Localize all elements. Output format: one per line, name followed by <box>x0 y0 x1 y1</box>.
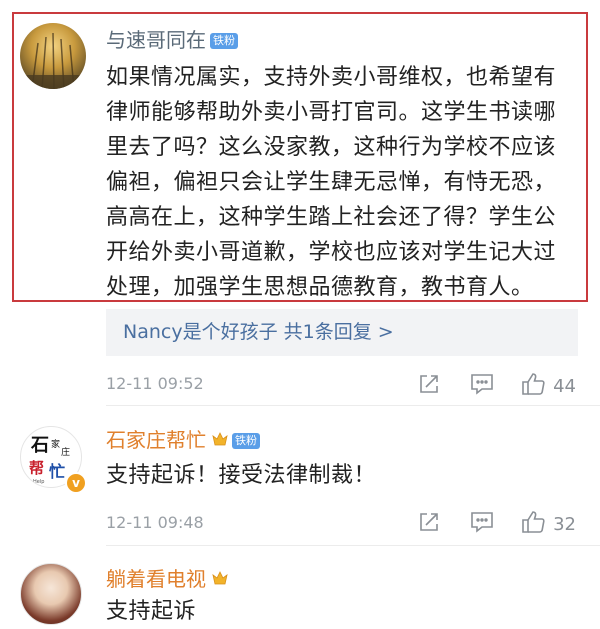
like-count: 32 <box>553 513 576 535</box>
svg-text:石: 石 <box>30 435 49 456</box>
timestamp: 12-11 09:48 <box>106 513 204 532</box>
comment-header: 与速哥同在 铁粉 <box>106 28 238 52</box>
comment-line: 处理，加强学生思想品德教育，教书育人。 <box>106 275 534 300</box>
username[interactable]: 与速哥同在 <box>106 28 206 52</box>
comment-line: 高高在上，这种学生踏上社会还了得？学生公 <box>106 205 557 230</box>
thumbs-up-icon <box>520 371 546 401</box>
avatar[interactable] <box>20 23 86 89</box>
fan-badge: 铁粉 <box>232 433 260 449</box>
svg-text:忙: 忙 <box>49 462 65 481</box>
svg-text:帮: 帮 <box>29 459 44 477</box>
svg-text:庄: 庄 <box>61 446 70 458</box>
share-icon[interactable] <box>418 511 440 538</box>
comment-header: 石家庄帮忙 铁粉 <box>106 428 260 452</box>
comment-text: 如果情况属实，支持外卖小哥维权，也希望有 律师能够帮助外卖小哥打官司。这学生书读… <box>106 60 586 305</box>
thumbs-up-icon <box>520 509 546 539</box>
comment-line: 偏袒，偏袒只会让学生肆无忌惮，有恃无恐， <box>106 170 557 195</box>
avatar[interactable] <box>20 563 82 625</box>
comment-line: 里去了吗？这么没家教，这种行为学校不应该 <box>106 135 557 160</box>
like-button[interactable]: 44 <box>520 371 576 401</box>
username[interactable]: 躺着看电视 <box>106 567 206 591</box>
svg-text:Help: Help <box>33 479 44 485</box>
timestamp: 12-11 09:52 <box>106 374 204 393</box>
comment-line: 如果情况属实，支持外卖小哥维权，也希望有 <box>106 65 557 90</box>
like-button[interactable]: 32 <box>520 509 576 539</box>
divider <box>106 545 600 546</box>
svg-text:家: 家 <box>51 438 60 450</box>
comment-text: 支持起诉 <box>106 599 197 624</box>
comment-icon[interactable] <box>470 511 494 538</box>
comment-header: 躺着看电视 <box>106 567 228 591</box>
crown-icon <box>212 570 228 585</box>
share-icon[interactable] <box>418 373 440 400</box>
divider <box>106 405 600 406</box>
comment-line: 开给外卖小哥道歉，学校也应该对学生记大过 <box>106 240 557 265</box>
crown-icon <box>212 431 228 446</box>
comment-text: 支持起诉！接受法律制裁！ <box>106 463 377 488</box>
username[interactable]: 石家庄帮忙 <box>106 428 206 452</box>
like-count: 44 <box>553 375 576 397</box>
reply-preview[interactable]: Nancy是个好孩子 共1条回复 > <box>106 309 578 356</box>
comment-line: 律师能够帮助外卖小哥打官司。这学生书读哪 <box>106 100 557 125</box>
fan-badge: 铁粉 <box>210 33 238 49</box>
verified-v-icon: v <box>65 472 87 494</box>
comment-icon[interactable] <box>470 373 494 400</box>
